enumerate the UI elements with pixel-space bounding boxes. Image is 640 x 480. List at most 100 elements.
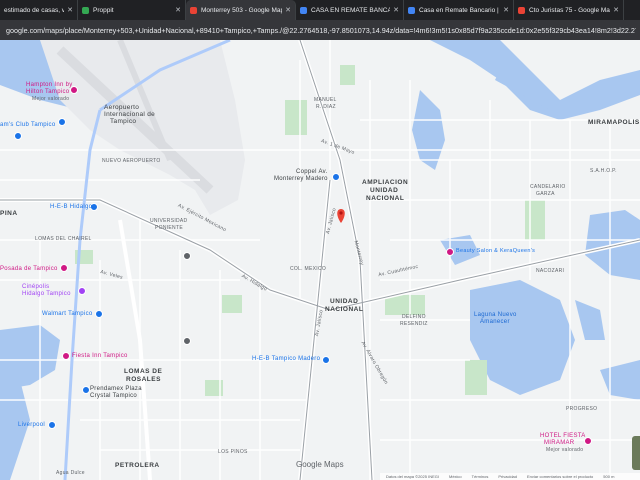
close-tab-icon[interactable]: ✕ xyxy=(393,6,399,14)
hotel-marker-icon[interactable] xyxy=(62,352,70,360)
nacozari-label: NACOZARI xyxy=(536,268,565,274)
heb-hidalgo-label[interactable]: H-E-B Hidalgo xyxy=(50,204,92,210)
ampliacion-label: AMPLIACION xyxy=(362,179,409,186)
ampliacion-label-3: NACIONAL xyxy=(366,195,405,202)
terms-link[interactable]: Términos xyxy=(472,474,489,479)
proppit-favicon-icon xyxy=(82,6,89,14)
street-view-thumbnail[interactable] xyxy=(632,436,640,470)
lomas-rosales-label: LOMAS DE xyxy=(124,368,163,375)
google-maps-logo: Google Maps xyxy=(296,460,344,469)
los-pinos-label: LOS PINOS xyxy=(218,449,248,455)
tab-title: Proppit xyxy=(93,6,114,14)
page-favicon-icon xyxy=(408,6,415,14)
url-text[interactable]: google.com/maps/place/Monterrey+503,+Uni… xyxy=(6,26,636,35)
airport-label[interactable]: Aeropuerto xyxy=(104,104,139,111)
selected-place-pin-icon xyxy=(337,209,345,223)
cinepolis-label-2[interactable]: Hidalgo Tampico xyxy=(22,291,71,297)
tab-cto-juristas[interactable]: Cto Juristas 75 - Google Maps ✕ xyxy=(514,0,624,20)
sams-club-label[interactable]: am's Club Tampico xyxy=(0,122,56,128)
hampton-rating-label: Mejor valorado xyxy=(32,96,70,102)
espina-label: PINA xyxy=(0,210,18,217)
keraqueens-label[interactable]: Beauty Salon & KeraQueen's xyxy=(456,248,535,254)
chairel-label: LOMAS DEL CHAIREL xyxy=(35,236,92,242)
scale-label[interactable]: 500 m xyxy=(603,474,614,479)
laguna-label[interactable]: Laguna Nuevo xyxy=(474,312,517,318)
airport-label-2[interactable]: Internacional de xyxy=(104,111,155,118)
hampton-label[interactable]: Hampton Inn by xyxy=(26,82,73,88)
airport-label-3[interactable]: Tampico xyxy=(110,118,136,125)
hotel-fiesta-label-2[interactable]: MIRAMAR xyxy=(544,440,574,446)
map-footer: Datos del mapa ©2025 INEGI México Términ… xyxy=(380,473,640,480)
candelario-label-2: GARZA xyxy=(536,191,555,197)
coppel-label-2[interactable]: Monterrey Madero xyxy=(274,176,328,182)
laguna-label-2[interactable]: Amanecer xyxy=(480,319,510,325)
shopping-marker-icon[interactable] xyxy=(82,386,90,394)
hotel-marker-icon[interactable] xyxy=(60,264,68,272)
liverpool-label[interactable]: Liverpool xyxy=(18,422,45,428)
candelario-label: CANDELARIO xyxy=(530,184,566,190)
maps-favicon-icon xyxy=(190,6,197,14)
map-data-credit: Datos del mapa ©2025 INEGI xyxy=(386,474,439,479)
progreso-label: PROGRESO xyxy=(566,406,598,412)
prendamex-label-2[interactable]: Crystal Tampico xyxy=(90,393,137,399)
heb-madero-label[interactable]: H-E-B Tampico Madero xyxy=(252,356,320,362)
map-canvas[interactable]: Hampton Inn by Hilton Tampico Mejor valo… xyxy=(0,40,640,480)
tab-casa-remate[interactable]: CASA EN REMATE BANCARIO ✕ xyxy=(296,0,404,20)
cinema-marker-icon[interactable] xyxy=(78,287,86,295)
region-link[interactable]: México xyxy=(449,474,462,479)
petrolera-label: PETROLERA xyxy=(115,462,160,469)
salon-marker-icon[interactable] xyxy=(446,248,454,256)
maps-favicon-icon xyxy=(518,6,525,14)
manuel-label: MANUEL xyxy=(314,97,337,103)
transit-marker-icon[interactable] xyxy=(183,252,191,260)
posada-label[interactable]: Posada de Tampico xyxy=(0,266,58,272)
cinepolis-label[interactable]: Cinépolis xyxy=(22,284,49,290)
close-tab-icon[interactable]: ✕ xyxy=(175,6,181,14)
feedback-link[interactable]: Enviar comentarios sobre el producto xyxy=(527,474,593,479)
tab-title: CASA EN REMATE BANCARIO xyxy=(311,6,390,14)
close-tab-icon[interactable]: ✕ xyxy=(613,6,619,14)
address-bar[interactable]: google.com/maps/place/Monterrey+503,+Uni… xyxy=(0,20,640,40)
shopping-marker-icon[interactable] xyxy=(332,173,340,181)
agua-dulce-label: Agua Dulce xyxy=(56,470,85,476)
col-mexico-label: COL. MEXICO xyxy=(290,266,327,272)
tab-title: Cto Juristas 75 - Google Maps xyxy=(529,6,611,14)
tab-casa-remate-2[interactable]: Casa en Remate Bancario | Lo ✕ xyxy=(404,0,514,20)
transit-marker-icon[interactable] xyxy=(183,337,191,345)
close-tab-icon[interactable]: ✕ xyxy=(503,6,509,14)
tab-strip: estimado de casas, ven ✕ Proppit ✕ Monte… xyxy=(0,0,640,20)
walmart-label[interactable]: Walmart Tampico xyxy=(42,311,93,317)
shopping-marker-icon[interactable] xyxy=(14,132,22,140)
tab-monterrey-maps[interactable]: Monterrey 503 - Google Maps ✕ xyxy=(186,0,296,20)
ampliacion-label-2: UNIDAD xyxy=(370,187,399,194)
universidad-label: UNIVERSIDAD xyxy=(150,218,188,224)
sahop-label: S.A.H.O.P. xyxy=(590,168,617,174)
shopping-marker-icon[interactable] xyxy=(322,356,330,364)
coppel-label[interactable]: Coppel Av. xyxy=(296,169,327,175)
avila-label: R. DIAZ xyxy=(316,104,336,110)
hampton-label-2[interactable]: Hilton Tampico xyxy=(26,89,69,95)
close-tab-icon[interactable]: ✕ xyxy=(67,6,73,14)
privacy-link[interactable]: Privacidad xyxy=(498,474,517,479)
shopping-marker-icon[interactable] xyxy=(58,118,66,126)
close-tab-icon[interactable]: ✕ xyxy=(285,6,291,14)
unidad-nacional-label: UNIDAD xyxy=(330,298,359,305)
poniente-label: PONIENTE xyxy=(155,225,183,231)
tab-proppit[interactable]: Proppit ✕ xyxy=(78,0,186,20)
prendamex-label[interactable]: Prendamex Plaza xyxy=(90,386,142,392)
tab-title: Monterrey 503 - Google Maps xyxy=(201,6,283,14)
unidad-nacional-label-2: NACIONAL xyxy=(325,306,364,313)
tab-estimado[interactable]: estimado de casas, ven ✕ xyxy=(0,0,78,20)
tab-title: Casa en Remate Bancario | Lo xyxy=(419,6,501,14)
shopping-marker-icon[interactable] xyxy=(95,310,103,318)
fiesta-inn-label[interactable]: Fiesta Inn Tampico xyxy=(72,353,128,359)
tab-title: estimado de casas, ven xyxy=(4,6,64,14)
lomas-rosales-label-2: ROSALES xyxy=(126,376,161,383)
hotel-fiesta-rating-label: Mejor valorado xyxy=(546,447,584,453)
nuevo-aeropuerto-label: NUEVO AEROPUERTO xyxy=(102,158,161,164)
shopping-marker-icon[interactable] xyxy=(48,421,56,429)
delfino-label: DELFINO xyxy=(402,314,426,320)
hotel-fiesta-label[interactable]: HOTEL FIESTA xyxy=(540,433,586,439)
miramapolis-label: MIRAMAPOLIS xyxy=(588,119,640,126)
delfino-label-2: RESENDIZ xyxy=(400,321,428,327)
